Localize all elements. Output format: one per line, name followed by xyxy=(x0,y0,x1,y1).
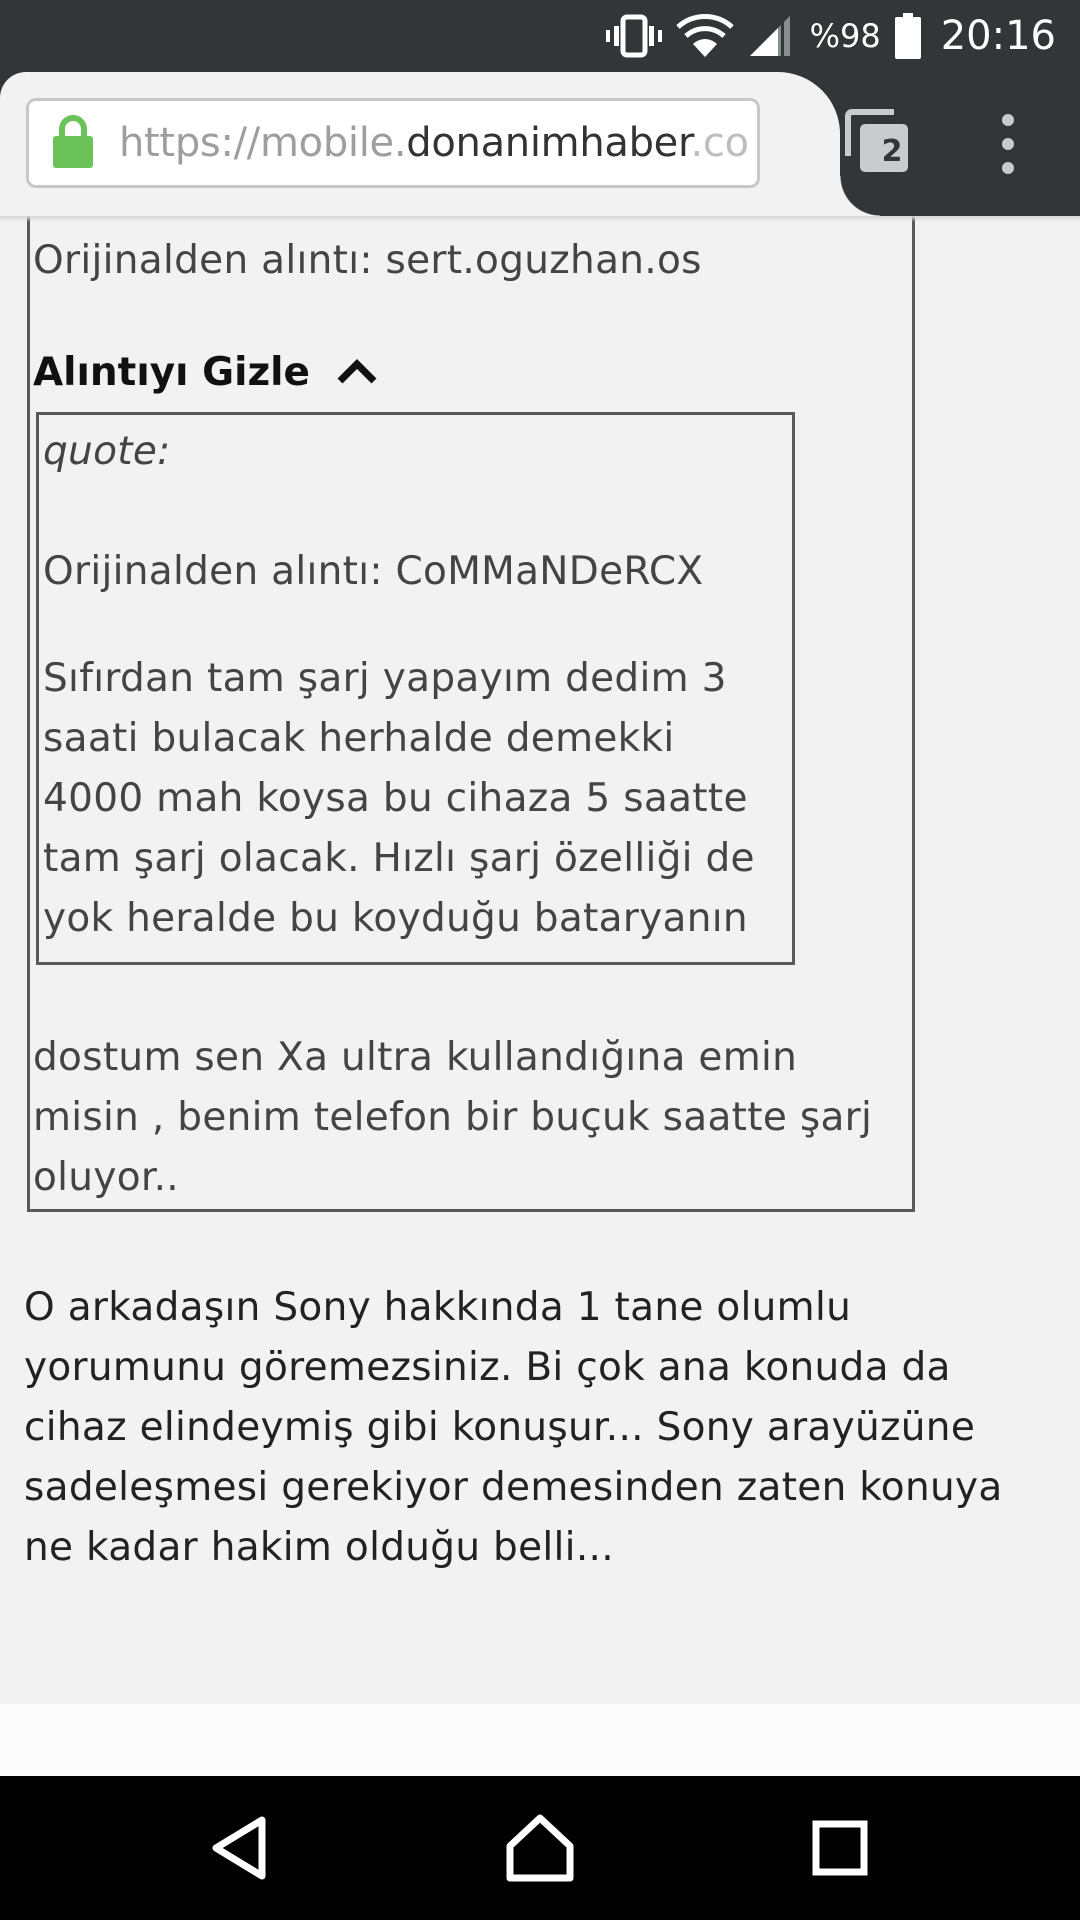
status-bar: %98 20:16 xyxy=(0,0,1080,72)
reply-line: oluyor.. xyxy=(33,1155,180,1200)
battery-icon xyxy=(894,13,921,59)
post-body-line: cihaz elindeymiş gibi konuşur... Sony ar… xyxy=(24,1405,976,1450)
url-scheme: https://mobile. xyxy=(119,120,407,166)
tab-count: 2 xyxy=(881,134,903,169)
tabs-button[interactable]: 2 xyxy=(842,108,914,180)
back-icon xyxy=(204,1816,276,1888)
url-host: donanimhaber xyxy=(406,120,691,166)
inner-quote-box: quote: Orijinalden alıntı: CoMMaNDeRCX S… xyxy=(36,412,795,965)
post-body-line: ne kadar hakim olduğu belli... xyxy=(24,1525,614,1570)
status-icons: %98 20:16 xyxy=(605,0,1056,72)
reply-line: misin , benim telefon bir buçuk saatte ş… xyxy=(33,1095,873,1140)
inner-quote-line: saati bulacak herhalde demekki xyxy=(43,716,675,761)
more-vert-icon xyxy=(982,114,1034,184)
menu-button[interactable] xyxy=(982,108,1034,180)
chevron-up-icon xyxy=(336,357,378,389)
hide-quote-toggle[interactable]: Alıntıyı Gizle xyxy=(33,350,378,395)
toolbar-shadow xyxy=(0,216,1080,222)
page-footer-strip xyxy=(0,1704,1080,1776)
navigation-bar xyxy=(0,1776,1080,1920)
inner-quote-text: Sıfırdan tam şarj yapayım dedim 3 saati … xyxy=(43,649,755,949)
back-button[interactable] xyxy=(204,1812,276,1884)
inner-quote-line: yok heralde bu koyduğu bataryanın xyxy=(43,896,748,941)
url-text: https://mobile.donanimhaber.co xyxy=(119,120,749,166)
post-body-line: sadeleşmesi gerekiyor demesinden zaten k… xyxy=(24,1465,1003,1510)
page-content: Orijinalden alıntı: sert.oguzhan.os Alın… xyxy=(0,216,1080,1704)
outer-quote-attribution: Orijinalden alıntı: sert.oguzhan.os xyxy=(33,238,702,283)
post-body: O arkadaşın Sony hakkında 1 tane olumlu … xyxy=(24,1278,1003,1578)
recents-button[interactable] xyxy=(804,1812,876,1884)
inner-quote-attribution: Orijinalden alıntı: CoMMaNDeRCX xyxy=(43,549,704,594)
post-body-line: O arkadaşın Sony hakkında 1 tane olumlu xyxy=(24,1285,852,1330)
inner-quote-line: 4000 mah koysa bu cihaza 5 saatte xyxy=(43,776,748,821)
inner-quote-line: Sıfırdan tam şarj yapayım dedim 3 xyxy=(43,656,727,701)
clock: 20:16 xyxy=(940,13,1056,59)
cell-signal-icon xyxy=(748,14,792,58)
address-bar[interactable]: https://mobile.donanimhaber.co xyxy=(26,98,760,188)
recents-icon xyxy=(804,1820,876,1888)
quote-label: quote: xyxy=(43,429,171,474)
battery-percent: %98 xyxy=(809,17,881,55)
post-body-line: yorumunu göremezsiniz. Bi çok ana konuda… xyxy=(24,1345,951,1390)
home-button[interactable] xyxy=(504,1812,576,1884)
hide-quote-label: Alıntıyı Gizle xyxy=(33,350,310,395)
vibrate-icon xyxy=(605,14,662,58)
outer-quote-reply: dostum sen Xa ultra kullandığına emin mi… xyxy=(33,1028,872,1208)
lock-icon xyxy=(53,114,93,172)
reply-line: dostum sen Xa ultra kullandığına emin xyxy=(33,1035,798,1080)
inner-quote-line: tam şarj olacak. Hızlı şarj özelliği de xyxy=(43,836,755,881)
browser-toolbar: https://mobile.donanimhaber.co 2 xyxy=(0,72,1080,216)
wifi-icon xyxy=(675,13,734,59)
url-path: .co xyxy=(690,120,749,166)
home-icon xyxy=(504,1814,576,1888)
